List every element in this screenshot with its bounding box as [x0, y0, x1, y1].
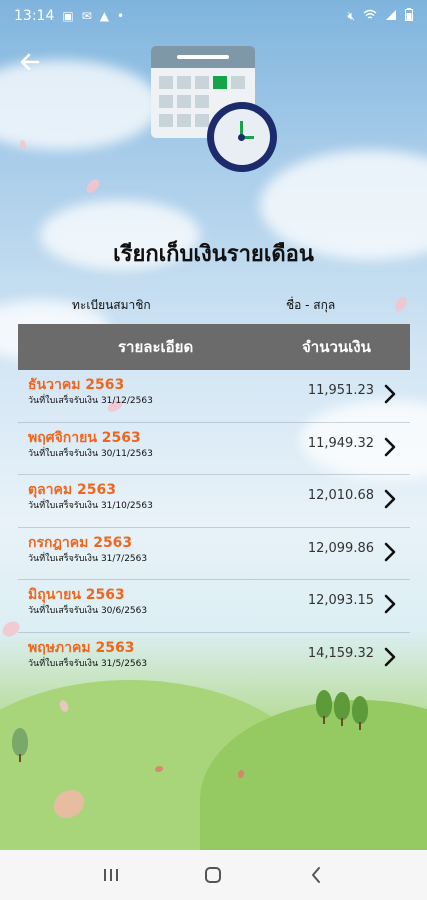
row-receipt-date: วันที่ใบเสร็จรับเงิน 31/7/2563 — [28, 553, 148, 564]
chevron-right-icon[interactable] — [380, 382, 400, 406]
battery-icon — [405, 8, 413, 24]
chevron-right-icon[interactable] — [380, 645, 400, 669]
mute-icon: 🔇︎ — [347, 8, 355, 23]
dot-icon: • — [117, 9, 125, 23]
page-title: เรียกเก็บเงินรายเดือน — [113, 242, 314, 267]
name-label: ชื่อ - สกุล — [286, 298, 336, 312]
notification-icons: ▣ ✉ ▲ • — [62, 9, 124, 23]
back-button[interactable] — [14, 46, 46, 78]
billing-row[interactable]: ตุลาคม 2563 วันที่ใบเสร็จรับเงิน 31/10/2… — [18, 475, 410, 528]
mail-icon: ✉ — [81, 9, 92, 23]
system-icons: 🔇︎ — [347, 8, 413, 24]
alert-icon: ▲ — [99, 9, 109, 23]
chevron-right-icon[interactable] — [380, 592, 400, 616]
clock-icon — [207, 102, 277, 172]
row-amount: 11,949.32 — [307, 435, 374, 451]
chevron-left-icon — [311, 867, 320, 883]
arrow-left-icon — [20, 53, 40, 71]
signal-icon — [385, 9, 397, 24]
image-icon: ▣ — [62, 9, 74, 23]
registration-label: ทะเบียนสมาชิก — [72, 298, 151, 312]
row-receipt-date: วันที่ใบเสร็จรับเงิน 30/6/2563 — [28, 606, 148, 617]
row-receipt-date: วันที่ใบเสร็จรับเงิน 31/10/2563 — [28, 501, 153, 512]
row-receipt-date: วันที่ใบเสร็จรับเงิน 31/5/2563 — [28, 658, 148, 669]
column-header-detail: รายละเอียด — [118, 338, 194, 356]
recent-apps-icon — [104, 869, 119, 881]
billing-row[interactable]: มิถุนายน 2563 วันที่ใบเสร็จรับเงิน 30/6/… — [18, 580, 410, 633]
billing-row[interactable]: พฤศจิกายน 2563 วันที่ใบเสร็จรับเงิน 30/1… — [18, 423, 410, 476]
recent-apps-button[interactable] — [91, 855, 131, 895]
row-receipt-date: วันที่ใบเสร็จรับเงิน 31/12/2563 — [28, 396, 153, 406]
billing-row[interactable]: พฤษภาคม 2563 วันที่ใบเสร็จรับเงิน 31/5/2… — [18, 633, 410, 686]
home-button[interactable] — [193, 855, 233, 895]
nav-back-button[interactable] — [296, 855, 336, 895]
system-navigation-bar — [0, 850, 427, 900]
wifi-icon — [363, 9, 377, 24]
column-header-amount: จำนวนเงิน — [302, 338, 371, 356]
chevron-right-icon[interactable] — [380, 487, 400, 511]
status-bar: 13:14 ▣ ✉ ▲ • 🔇︎ — [0, 0, 427, 32]
row-amount: 14,159.32 — [307, 645, 374, 661]
billing-row[interactable]: กรกฎาคม 2563 วันที่ใบเสร็จรับเงิน 31/7/2… — [18, 528, 410, 581]
row-amount: 12,099.86 — [307, 540, 374, 556]
status-time: 13:14 — [14, 8, 55, 24]
billing-row[interactable]: ธันวาคม 2563 วันที่ใบเสร็จรับเงิน 31/12/… — [18, 370, 410, 423]
chevron-right-icon[interactable] — [380, 435, 400, 459]
table-header: รายละเอียด จำนวนเงิน — [18, 324, 410, 370]
row-receipt-date: วันที่ใบเสร็จรับเงิน 30/11/2563 — [28, 448, 153, 459]
billing-list: ธันวาคม 2563 วันที่ใบเสร็จรับเงิน 31/12/… — [18, 370, 410, 686]
row-amount: 12,093.15 — [307, 593, 374, 609]
chevron-right-icon[interactable] — [380, 540, 400, 564]
row-amount: 12,010.68 — [307, 488, 374, 504]
row-amount: 11,951.23 — [307, 383, 374, 398]
home-icon — [205, 867, 222, 883]
